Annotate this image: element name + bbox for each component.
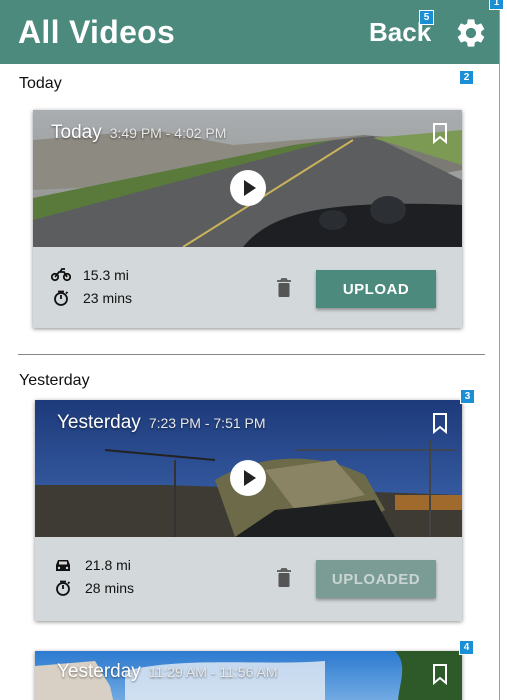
section-label-today: Today bbox=[19, 75, 62, 92]
video-day: Today bbox=[51, 122, 102, 143]
distance-stat: 21.8 mi bbox=[53, 557, 131, 573]
page-title: All Videos bbox=[18, 14, 176, 50]
video-time-range: 3:49 PM - 4:02 PM bbox=[109, 125, 227, 141]
distance-value: 15.3 mi bbox=[83, 267, 129, 283]
duration-value: 23 mins bbox=[83, 290, 133, 306]
play-button[interactable] bbox=[230, 460, 266, 496]
badge-back: 5 bbox=[419, 10, 434, 25]
stopwatch-icon bbox=[56, 580, 71, 596]
badge-settings: 1 bbox=[489, 0, 504, 10]
video-thumbnail[interactable]: Yesterday 7:23 PM - 7:51 PM bbox=[35, 400, 462, 537]
video-card: Yesterday 7:23 PM - 7:51 PM 21.8 mi 28 mi… bbox=[35, 400, 462, 621]
gear-icon[interactable] bbox=[454, 16, 488, 50]
uploaded-button[interactable]: UPLOADED bbox=[316, 560, 436, 598]
video-day: Yesterday bbox=[57, 661, 141, 682]
app-frame: All Videos Back Today Today 3:49 PM - 4:… bbox=[0, 0, 500, 700]
video-title: Today 3:49 PM - 4:02 PM bbox=[51, 122, 226, 144]
bookmark-icon[interactable] bbox=[432, 122, 448, 144]
video-day: Yesterday bbox=[57, 412, 141, 433]
trash-icon[interactable] bbox=[276, 568, 292, 588]
video-title: Yesterday 7:23 PM - 7:51 PM bbox=[57, 412, 266, 434]
duration-stat: 23 mins bbox=[51, 290, 132, 306]
video-card: Yesterday 11:29 AM - 11:56 AM bbox=[35, 651, 462, 700]
duration-stat: 28 mins bbox=[53, 580, 134, 596]
section-divider bbox=[18, 354, 485, 355]
upload-button[interactable]: UPLOAD bbox=[316, 270, 436, 308]
distance-stat: 15.3 mi bbox=[51, 267, 129, 283]
section-label-yesterday: Yesterday bbox=[19, 372, 90, 389]
video-thumbnail[interactable]: Today 3:49 PM - 4:02 PM bbox=[33, 110, 462, 247]
trash-icon[interactable] bbox=[276, 278, 292, 298]
video-title: Yesterday 11:29 AM - 11:56 AM bbox=[57, 661, 277, 683]
badge-today-section: 2 bbox=[459, 70, 474, 85]
badge-yesterday-card-1: 3 bbox=[460, 389, 475, 404]
video-time-range: 7:23 PM - 7:51 PM bbox=[148, 415, 266, 431]
motorcycle-icon bbox=[51, 268, 71, 282]
distance-value: 21.8 mi bbox=[85, 557, 131, 573]
stopwatch-icon bbox=[54, 290, 69, 306]
duration-value: 28 mins bbox=[85, 580, 135, 596]
video-time-range: 11:29 AM - 11:56 AM bbox=[148, 664, 278, 680]
car-icon bbox=[56, 560, 70, 571]
video-thumbnail[interactable]: Yesterday 11:29 AM - 11:56 AM bbox=[35, 651, 462, 700]
video-card: Today 3:49 PM - 4:02 PM 15.3 mi 23 mins bbox=[33, 110, 462, 328]
bookmark-icon[interactable] bbox=[432, 663, 448, 685]
play-button[interactable] bbox=[230, 170, 266, 206]
badge-yesterday-card-2: 4 bbox=[459, 640, 474, 655]
bookmark-icon[interactable] bbox=[432, 412, 448, 434]
